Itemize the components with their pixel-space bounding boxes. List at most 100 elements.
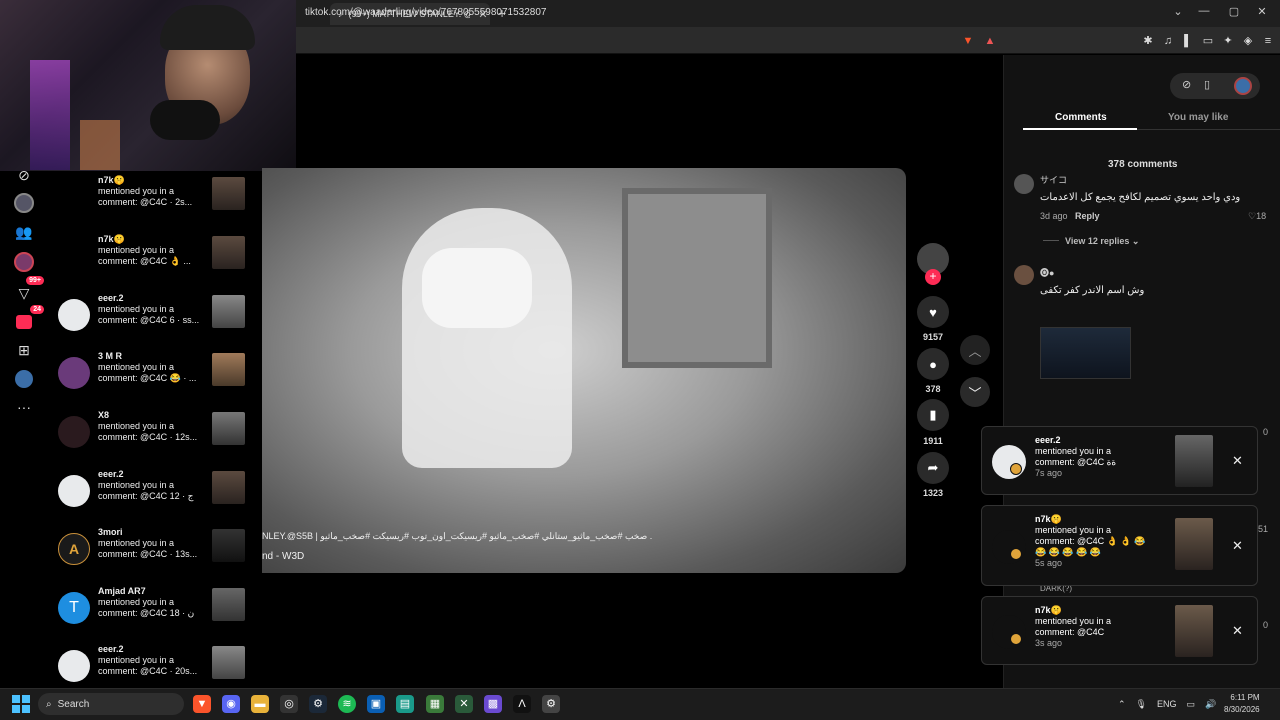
close-icon[interactable]: ✕ (1232, 623, 1243, 639)
chrome-icon[interactable]: ◎ (280, 695, 298, 713)
microphone-icon[interactable]: 🎙 (1136, 699, 1147, 710)
phone-icon[interactable]: ▯ (1204, 78, 1210, 91)
close-icon[interactable]: ✕ (1232, 538, 1243, 554)
friends-icon[interactable]: 👥 (12, 220, 36, 244)
chevron-up-icon[interactable]: ⌃ (1118, 699, 1126, 710)
video-thumbnail[interactable] (212, 236, 245, 269)
list-item[interactable]: n7k🤫 mentioned you in a comment: @C4C 👌 ..… (55, 234, 255, 289)
notification-popup[interactable]: n7k🤫 mentioned you in a comment: @C4C 3s ag… (981, 596, 1258, 665)
list-item[interactable]: 3 M Rmentioned you in a comment: @C4C 😂 ·… (55, 351, 255, 406)
live-icon[interactable] (12, 250, 36, 274)
video-thumbnail[interactable] (212, 646, 245, 679)
avatar[interactable] (58, 650, 90, 682)
follow-button[interactable]: + (925, 269, 941, 285)
file-explorer-icon[interactable]: ▬ (251, 695, 269, 713)
avatar[interactable] (992, 615, 1026, 649)
discord-icon[interactable]: ◉ (222, 695, 240, 713)
brave-icon[interactable]: ▼ (193, 695, 211, 713)
brave-shield-icon[interactable]: ▼ (960, 33, 976, 49)
avatar[interactable] (992, 530, 1026, 564)
menu-icon[interactable]: ≡ (1260, 33, 1276, 49)
address-bar-url[interactable]: tiktok.com/@waadarling/video/76780555980… (305, 7, 546, 18)
comment-user[interactable]: 🅞● (1040, 266, 1054, 279)
app-icon[interactable]: ▩ (484, 695, 502, 713)
video-thumbnail[interactable] (212, 529, 245, 562)
share-button[interactable]: ➦ (917, 452, 949, 484)
video-thumbnail[interactable] (212, 588, 245, 621)
avatar[interactable] (58, 357, 90, 389)
vpn-icon[interactable]: ◈ (1240, 33, 1256, 49)
windows-start-icon[interactable] (12, 695, 30, 713)
explore-icon[interactable]: ⊘ (12, 163, 36, 187)
video-music[interactable]: nd - W3D (262, 551, 304, 562)
list-item[interactable]: X8 mentioned you in a comment: @C4C · 12s.… (55, 410, 255, 465)
media-icon[interactable]: ♫ (1160, 33, 1176, 49)
video-thumbnail[interactable] (1175, 605, 1213, 657)
video-thumbnail[interactable] (212, 353, 245, 386)
avatar[interactable] (1014, 265, 1034, 285)
previous-video-button[interactable]: ︿ (960, 335, 990, 365)
close-icon[interactable]: ✕ (1232, 453, 1243, 469)
spotify-icon[interactable]: ≋ (338, 695, 356, 713)
video-thumbnail[interactable] (212, 295, 245, 328)
excel-icon[interactable]: ✕ (455, 695, 473, 713)
sidebar-icon[interactable]: ▌ (1180, 33, 1196, 49)
leo-ai-icon[interactable]: ✦ (1220, 33, 1236, 49)
tab-you-may-like[interactable]: You may like (1168, 112, 1228, 123)
avatar[interactable] (58, 475, 90, 507)
list-item[interactable]: eeer.2 mentioned you in a comment: @C4C 6 … (55, 293, 255, 348)
language-indicator[interactable]: ENG (1157, 699, 1177, 709)
avatar[interactable] (1014, 174, 1034, 194)
save-button[interactable]: ▮ (917, 399, 949, 431)
settings-icon[interactable]: ⚙ (542, 695, 560, 713)
app-icon[interactable]: Λ (513, 695, 531, 713)
comment-image[interactable] (1040, 327, 1131, 379)
close-window-button[interactable]: ✕ (1252, 5, 1272, 18)
video-thumbnail[interactable] (1175, 435, 1213, 487)
profile-avatar-icon[interactable] (12, 367, 36, 391)
comment-user[interactable]: サイコ (1040, 173, 1067, 186)
clock[interactable]: 6:11 PM 8/30/2026 (1224, 692, 1260, 716)
volume-icon[interactable]: 🔊 (1205, 699, 1216, 710)
video-thumbnail[interactable] (1175, 518, 1213, 570)
video-thumbnail[interactable] (212, 412, 245, 445)
tab-search-button[interactable]: ⌄ (1168, 5, 1188, 18)
list-item[interactable]: A 3mori mentioned you in a comment: @C4C ·… (55, 527, 255, 582)
reply-button[interactable]: Reply (1075, 211, 1100, 221)
extensions-icon[interactable]: ✱ (1140, 33, 1156, 49)
minimize-button[interactable]: — (1194, 5, 1214, 17)
comment-button[interactable]: ● (917, 348, 949, 380)
app-icon[interactable]: ▣ (367, 695, 385, 713)
view-replies-button[interactable]: View 12 replies ⌄ (1065, 236, 1139, 247)
inbox-icon[interactable]: ▽ 99+ (12, 276, 44, 305)
next-video-button[interactable]: ﹀ (960, 377, 990, 407)
app-icon[interactable]: ▦ (426, 695, 444, 713)
comment-like-button[interactable]: ♡18 (1248, 211, 1266, 222)
maximize-button[interactable]: ▢ (1224, 5, 1244, 18)
avatar[interactable] (58, 416, 90, 448)
list-item[interactable]: n7k🤫 mentioned you in a comment: @C4C · 2s… (55, 175, 255, 230)
upload-icon[interactable]: ⊞ (12, 338, 36, 362)
video-thumbnail[interactable] (212, 177, 245, 210)
more-icon[interactable]: ··· (12, 395, 36, 419)
list-item[interactable]: eeer.2 mentioned you in a comment: @C4C 12… (55, 469, 255, 524)
tab-comments[interactable]: Comments (1055, 112, 1107, 123)
avatar[interactable]: T (58, 592, 90, 624)
video-thumbnail[interactable] (212, 471, 245, 504)
brave-rewards-icon[interactable]: ▲ (982, 33, 998, 49)
taskbar-search[interactable]: ⌕ Search (38, 693, 184, 715)
user-avatar[interactable] (1234, 77, 1252, 95)
video-player[interactable] (262, 168, 906, 573)
wallet-icon[interactable]: ▭ (1200, 33, 1216, 49)
list-item[interactable]: T Amjad AR7 mentioned you in a comment: @C… (55, 586, 255, 641)
notification-popup[interactable]: eeer.2 mentioned you in a comment: @C4C ةة… (981, 426, 1258, 495)
network-icon[interactable]: ▭ (1187, 699, 1196, 710)
activity-icon[interactable]: 24 (12, 305, 44, 334)
avatar[interactable] (992, 445, 1026, 479)
app-icon[interactable]: ▤ (396, 695, 414, 713)
compass-icon[interactable]: ⊘ (1182, 78, 1191, 91)
following-avatar-icon[interactable] (12, 191, 36, 215)
steam-icon[interactable]: ⚙ (309, 695, 327, 713)
like-button[interactable]: ♥ (917, 296, 949, 328)
avatar[interactable]: A (58, 533, 90, 565)
